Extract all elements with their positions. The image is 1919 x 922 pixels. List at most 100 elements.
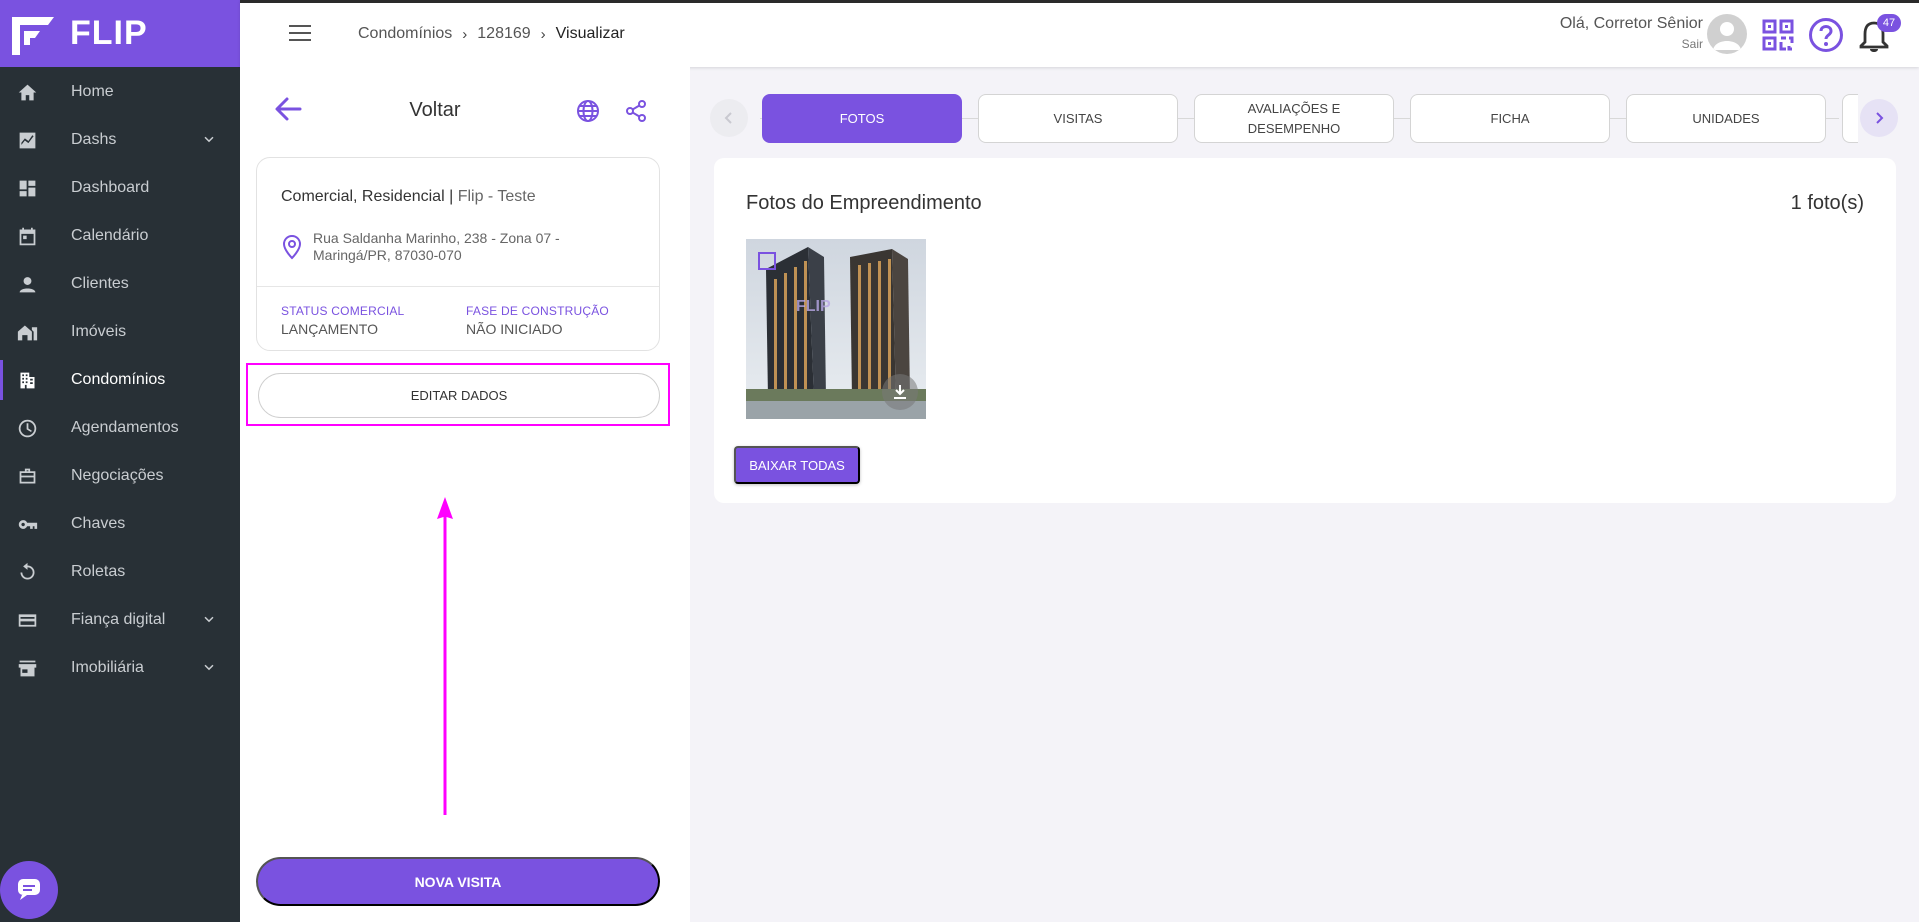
condominium-types: Comercial, Residencial xyxy=(281,188,445,205)
sidebar-item-label: Calendário xyxy=(71,227,149,244)
dashboard-icon xyxy=(16,177,38,199)
brand-header[interactable]: FLIP xyxy=(0,0,240,67)
sidebar-item-negociacoes[interactable]: Negociações xyxy=(0,452,240,500)
sidebar-item-label: Chaves xyxy=(71,515,126,532)
sidebar-item-label: Clientes xyxy=(71,275,129,292)
tab-fotos[interactable]: FOTOS xyxy=(762,94,962,143)
address-line-2: Maringá/PR, 87030-070 xyxy=(313,247,462,263)
sidebar-item-imobiliaria[interactable]: Imobiliária xyxy=(0,644,240,692)
sidebar-item-label: Negociações xyxy=(71,467,164,484)
sidebar-item-roletas[interactable]: Roletas xyxy=(0,548,240,596)
sidebar-item-label: Fiança digital xyxy=(71,611,166,628)
sidebar-item-label: Roletas xyxy=(71,563,126,580)
sidebar-item-label: Dashs xyxy=(71,131,117,148)
sidebar-item-label: Condomínios xyxy=(71,371,166,388)
building-icon xyxy=(16,369,38,391)
avatar[interactable] xyxy=(1707,14,1747,54)
rotate-icon xyxy=(16,561,38,583)
key-icon xyxy=(16,513,38,535)
globe-icon[interactable] xyxy=(576,99,600,123)
condominium-info-card: Comercial, Residencial | Flip - Teste Ru… xyxy=(256,157,660,351)
highlight-box: EDITAR DADOS xyxy=(246,363,670,426)
arrow-up-icon xyxy=(436,497,454,815)
chevron-left-icon xyxy=(724,112,732,124)
condominium-type: Comercial, Residencial | Flip - Teste xyxy=(281,188,536,206)
chart-icon xyxy=(16,129,38,151)
breadcrumb-current: Visualizar xyxy=(555,25,625,42)
qr-code-icon[interactable] xyxy=(1762,19,1794,51)
home-icon xyxy=(16,81,38,103)
sidebar-item-fianca-digital[interactable]: Fiança digital xyxy=(0,596,240,644)
brand-name: FLIP xyxy=(70,14,148,52)
download-all-button[interactable]: BAIXAR TODAS xyxy=(734,446,860,484)
breadcrumb-condominios[interactable]: Condomínios xyxy=(358,25,452,43)
chevron-right-icon xyxy=(1876,112,1884,124)
download-icon xyxy=(894,385,906,399)
photos-card: Fotos do Empreendimento 1 foto(s) FLIP B… xyxy=(714,158,1896,503)
photo-select-checkbox[interactable] xyxy=(758,252,776,270)
phase-value: NÃO INICIADO xyxy=(466,321,563,337)
logout-link[interactable]: Sair xyxy=(1560,37,1703,51)
sidebar-item-calendario[interactable]: Calendário xyxy=(0,212,240,260)
tab-avaliacoes[interactable]: AVALIAÇÕES E DESEMPENHO xyxy=(1194,94,1394,143)
sidebar-item-label: Dashboard xyxy=(71,179,150,196)
address-line-1: Rua Saldanha Marinho, 238 - Zona 07 - xyxy=(313,230,560,246)
breadcrumb-id[interactable]: 128169 xyxy=(477,25,530,43)
notification-badge: 47 xyxy=(1877,14,1901,32)
chat-icon xyxy=(16,875,42,906)
photos-title: Fotos do Empreendimento xyxy=(746,192,982,214)
sidebar-item-condominios[interactable]: Condomínios xyxy=(0,356,240,404)
sidebar: FLIP Home Dashs Dashboard Calendário Cli… xyxy=(0,0,240,922)
sidebar-item-chaves[interactable]: Chaves xyxy=(0,500,240,548)
chevron-down-icon xyxy=(200,611,218,629)
condominium-panel: Voltar Comercial, Residencial | Flip - T… xyxy=(240,67,690,922)
chevron-down-icon xyxy=(200,659,218,677)
edit-data-button[interactable]: EDITAR DADOS xyxy=(258,373,660,418)
sidebar-item-label: Agendamentos xyxy=(71,419,179,436)
sidebar-item-label: Imóveis xyxy=(71,323,127,340)
tab-scroll-left-button[interactable] xyxy=(710,99,748,137)
person-icon xyxy=(16,273,38,295)
share-icon[interactable] xyxy=(624,99,648,123)
tab-bar: FOTOS VISITAS AVALIAÇÕES E DESEMPENHO FI… xyxy=(710,94,1899,144)
user-info: Olá, Corretor Sênior Sair xyxy=(1560,15,1703,51)
clock-icon xyxy=(16,417,38,439)
chevron-right-icon: › xyxy=(540,25,546,43)
tab-ficha[interactable]: FICHA xyxy=(1410,94,1610,143)
status-label: STATUS COMERCIAL xyxy=(281,304,405,318)
breadcrumb: Condomínios › 128169 › Visualizar xyxy=(358,25,625,43)
sidebar-item-agendamentos[interactable]: Agendamentos xyxy=(0,404,240,452)
company-name: Flip - Teste xyxy=(457,188,536,205)
back-label[interactable]: Voltar xyxy=(240,99,630,122)
address: Rua Saldanha Marinho, 238 - Zona 07 - Ma… xyxy=(313,230,613,264)
divider xyxy=(257,286,659,287)
store-icon xyxy=(16,657,38,679)
sidebar-item-dashboard[interactable]: Dashboard xyxy=(0,164,240,212)
sidebar-item-home[interactable]: Home xyxy=(0,68,240,116)
photo-download-button[interactable] xyxy=(882,374,918,410)
menu-toggle-icon[interactable] xyxy=(289,25,311,45)
calendar-icon xyxy=(16,225,38,247)
tab-scroll-right-button[interactable] xyxy=(1860,99,1898,137)
card-icon xyxy=(16,609,38,631)
flip-logo-icon xyxy=(12,13,54,55)
sidebar-item-clientes[interactable]: Clientes xyxy=(0,260,240,308)
photo-watermark: FLIP xyxy=(796,298,831,315)
sidebar-item-imoveis[interactable]: Imóveis xyxy=(0,308,240,356)
new-visit-button[interactable]: NOVA VISITA xyxy=(256,857,660,906)
phase-label: FASE DE CONSTRUÇÃO xyxy=(466,304,609,318)
chevron-down-icon xyxy=(200,131,218,149)
tab-unidades[interactable]: UNIDADES xyxy=(1626,94,1826,143)
chat-button[interactable] xyxy=(0,861,58,919)
sidebar-item-label: Home xyxy=(71,83,114,100)
sidebar-item-dashs[interactable]: Dashs xyxy=(0,116,240,164)
top-header: Condomínios › 128169 › Visualizar Olá, C… xyxy=(240,0,1919,67)
user-greeting: Olá, Corretor Sênior xyxy=(1559,15,1703,32)
tab-visitas[interactable]: VISITAS xyxy=(978,94,1178,143)
tab-partial[interactable] xyxy=(1842,94,1858,143)
sidebar-item-label: Imobiliária xyxy=(71,659,144,676)
help-icon[interactable] xyxy=(1808,17,1844,53)
briefcase-icon xyxy=(16,465,38,487)
type-separator: | xyxy=(449,188,454,205)
chevron-right-icon: › xyxy=(462,25,468,43)
